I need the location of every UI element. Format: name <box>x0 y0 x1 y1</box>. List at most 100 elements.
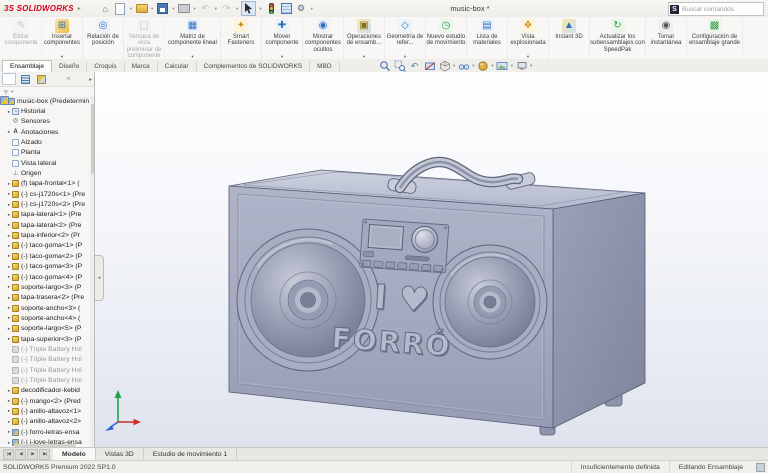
tree-item[interactable]: ▸ soporte-largo<3> (P <box>0 282 94 292</box>
section-view-icon[interactable] <box>423 60 436 72</box>
tab-scroll-button[interactable]: ▶ <box>27 449 38 460</box>
edit-appearance-caret[interactable]: ▾ <box>492 63 494 69</box>
apply-scene-caret[interactable]: ▾ <box>511 63 513 69</box>
options-icon[interactable]: ⚙ <box>295 2 308 15</box>
ribbon-button[interactable]: Relación de posición <box>83 18 124 60</box>
panel-expand-icon[interactable]: ▸ <box>89 76 92 83</box>
view-settings-icon[interactable] <box>515 60 528 72</box>
view-settings-caret[interactable]: ▾ <box>530 63 532 69</box>
ribbon-button[interactable]: Tomar instantánea <box>646 18 687 60</box>
command-tab[interactable]: Ensamblaje <box>2 60 52 72</box>
tree-item[interactable]: (-) Triple Battery Hol <box>0 365 94 375</box>
options-caret[interactable]: ▾ <box>311 6 313 12</box>
tab-scroll-button[interactable]: ◀ <box>15 449 26 460</box>
tree-item[interactable]: (-) Triple Battery Hol <box>0 355 94 365</box>
save-caret[interactable]: ▾ <box>172 6 174 12</box>
zoom-to-area-icon[interactable] <box>393 60 406 72</box>
tree-item[interactable]: Planta <box>0 148 94 158</box>
redo-caret[interactable]: ▾ <box>236 6 238 12</box>
tree-horizontal-scrollbar[interactable] <box>14 444 76 447</box>
tree-scrollbar-thumb[interactable] <box>91 104 94 174</box>
tree-item[interactable]: ▸ (f) tapa-frontal<1> ( <box>0 179 94 189</box>
command-tab[interactable]: Croquis <box>87 61 124 72</box>
undo-caret[interactable]: ▾ <box>215 6 217 12</box>
tree-item[interactable]: ▸ soporte-ancho<3> ( <box>0 303 94 313</box>
tree-item[interactable]: ▸ tapa-trasera<2> (Pre <box>0 293 94 303</box>
tree-item[interactable]: ▸ Historial <box>0 106 94 116</box>
command-tab[interactable]: Complementos de SOLIDWORKS <box>197 61 311 72</box>
status-tag-icon[interactable] <box>756 463 765 472</box>
ribbon-button[interactable]: Insertar componentes ▾ <box>42 18 83 60</box>
display-style-icon[interactable] <box>438 60 451 72</box>
tree-item[interactable]: Origen <box>0 168 94 178</box>
previous-view-icon[interactable]: ↶ <box>408 60 421 72</box>
ribbon-button[interactable]: Editar componente <box>1 18 42 60</box>
ribbon-button[interactable]: Lista de materiales <box>467 18 508 60</box>
open-caret[interactable]: ▾ <box>151 6 153 12</box>
feature-tree-tab[interactable] <box>2 73 16 85</box>
logo-expand-arrow[interactable]: ▸ <box>78 5 81 12</box>
tree-item[interactable]: ▸ (-) cs-j1720s<2> (Pre <box>0 199 94 209</box>
configuration-manager-tab[interactable] <box>34 73 48 85</box>
print-caret[interactable]: ▾ <box>194 6 196 12</box>
undo-icon[interactable]: ↶ <box>199 2 212 15</box>
tree-item[interactable]: ▸ Anotaciones <box>0 127 94 137</box>
ribbon-button[interactable]: Smart Fasteners <box>221 18 262 60</box>
tree-item[interactable]: ▸ (-) anillo-altavoz<2> <box>0 417 94 427</box>
ribbon-button[interactable]: Nuevo estudio de movimiento <box>426 18 467 60</box>
ribbon-button[interactable]: Instant 3D <box>549 18 590 60</box>
command-tab[interactable]: Diseño <box>52 61 87 72</box>
redo-icon[interactable]: ↷ <box>220 2 233 15</box>
ribbon-button[interactable]: Actualizar los subensamblajes con SpeedP… <box>590 18 646 60</box>
tree-item[interactable]: ▸ (-) cs-j1720s<1> (Pre <box>0 189 94 199</box>
ribbon-button[interactable]: Vista explosionada ▾ <box>508 18 549 60</box>
tree-item[interactable]: ▸ (-) taco-goma<4> (P <box>0 272 94 282</box>
new-document-icon[interactable] <box>114 2 127 15</box>
tree-item[interactable]: (-) Triple Battery Hol <box>0 375 94 385</box>
new-document-caret[interactable]: ▾ <box>130 6 132 12</box>
tree-item[interactable]: ▸ soporte-largo<5> (P <box>0 324 94 334</box>
home-icon[interactable]: ⌂ <box>99 2 112 15</box>
command-tab[interactable]: MBD <box>310 61 339 72</box>
open-icon[interactable] <box>135 2 148 15</box>
tree-scrollbar[interactable] <box>90 96 94 448</box>
display-settings-icon[interactable] <box>280 2 293 15</box>
tree-item[interactable]: ▸ (-) taco-goma<2> (P <box>0 251 94 261</box>
tree-item[interactable]: ▸ tapa-lateral<2> (Pre <box>0 220 94 230</box>
ribbon-button[interactable]: Geometría de refer... ▾ <box>385 18 426 60</box>
tree-item[interactable]: Vista lateral <box>0 158 94 168</box>
tree-item[interactable]: ▸ tapa-inferior<2> (Pr <box>0 230 94 240</box>
tree-item[interactable]: music-box (Predetermin <box>0 96 94 106</box>
tab-scroll-button[interactable]: ▶| <box>39 449 50 460</box>
tree-item[interactable]: ▸ (-) mango<2> (Pred <box>0 396 94 406</box>
edit-appearance-icon[interactable] <box>477 60 490 72</box>
hide-show-caret[interactable]: ▾ <box>472 63 474 69</box>
property-manager-tab[interactable] <box>18 73 32 85</box>
model-canvas[interactable]: I ♥ I ♥ FORRÓ FORRÓ <box>100 72 768 448</box>
tree-item[interactable]: Sensores <box>0 117 94 127</box>
tree-item[interactable]: ▸ (-) forro-letras-ensa <box>0 427 94 437</box>
tree-item[interactable]: ▸ (-) taco-goma<3> (P <box>0 262 94 272</box>
hide-show-items-icon[interactable] <box>457 60 470 72</box>
graphics-viewport[interactable]: I ♥ I ♥ FORRÓ FORRÓ <box>95 72 768 448</box>
tree-item[interactable]: ▸ (-) anillo-altavoz<1> <box>0 406 94 416</box>
tab-scroll-button[interactable]: |◀ <box>3 449 14 460</box>
tree-item[interactable]: ▸ soporte-ancho<4> ( <box>0 313 94 323</box>
ribbon-button[interactable]: Matriz de componente lineal ▾ <box>165 18 221 60</box>
save-icon[interactable] <box>156 2 169 15</box>
ribbon-button[interactable]: Configuración de ensamblaje grande <box>687 18 743 60</box>
zoom-to-fit-icon[interactable] <box>378 60 391 72</box>
tree-item[interactable]: ▸ (-) taco-goma<1> (P <box>0 241 94 251</box>
tree-item[interactable]: (-) Triple Battery Hol <box>0 344 94 354</box>
ribbon-button[interactable]: Ventana de vista preliminar de component… <box>124 18 165 60</box>
tree-item[interactable]: Alzado <box>0 137 94 147</box>
panel-collapse-handle[interactable]: ◂ <box>95 255 104 301</box>
select-tool-icon[interactable] <box>241 1 256 16</box>
rebuild-icon[interactable] <box>265 2 278 15</box>
tree-item[interactable]: ▸ decodificador-kebid <box>0 386 94 396</box>
filter-caret[interactable]: ▾ <box>11 89 13 95</box>
command-search-box[interactable]: S Buscar comandos <box>668 2 764 16</box>
ribbon-button[interactable]: Operaciones de ensamb... ▾ <box>344 18 385 60</box>
tree-item[interactable]: ▸ tapa-superior<3> (P <box>0 334 94 344</box>
ribbon-button[interactable]: Mostrar componentes ocultos <box>303 18 344 60</box>
